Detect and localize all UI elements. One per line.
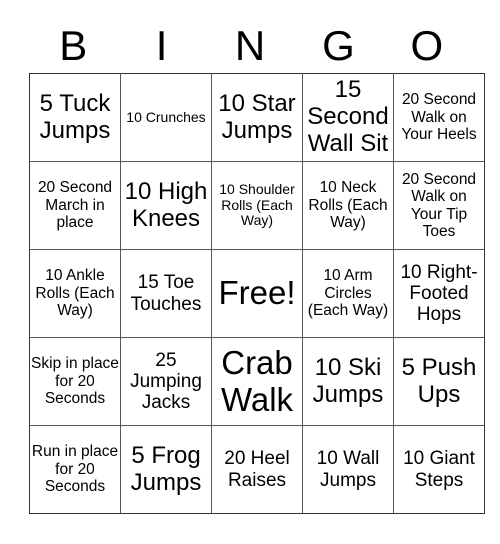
bingo-cell[interactable]: 10 Star Jumps: [211, 73, 303, 162]
bingo-cell[interactable]: 15 Second Wall Sit: [302, 73, 394, 162]
bingo-cell[interactable]: 10 Ski Jumps: [302, 337, 394, 426]
header-letter-n: N: [234, 22, 266, 69]
bingo-cell[interactable]: 10 Wall Jumps: [302, 425, 394, 514]
grid-row: Run in place for 20 Seconds 5 Frog Jumps 2…: [29, 425, 485, 514]
bingo-cell[interactable]: 15 Toe Touches: [120, 249, 212, 338]
bingo-cell[interactable]: 10 Right-Footed Hops: [393, 249, 485, 338]
grid-row: Skip in place for 20 Seconds 25 Jumping J…: [29, 337, 485, 426]
bingo-cell[interactable]: 20 Second Walk on Your Tip Toes: [393, 161, 485, 250]
bingo-cell[interactable]: Crab Walk: [211, 337, 303, 426]
bingo-cell[interactable]: 10 Crunches: [120, 73, 212, 162]
free-space-cell[interactable]: Free!: [211, 249, 303, 338]
grid-row: 5 Tuck Jumps 10 Crunches 10 Star Jumps 15 S…: [29, 73, 485, 162]
header-letter-b: B: [59, 22, 88, 69]
header-letter-o: O: [410, 22, 444, 69]
bingo-cell[interactable]: Skip in place for 20 Seconds: [29, 337, 121, 426]
bingo-cell[interactable]: 5 Frog Jumps: [120, 425, 212, 514]
bingo-cell[interactable]: 10 Ankle Rolls (Each Way): [29, 249, 121, 338]
grid-row: 10 Ankle Rolls (Each Way) 15 Toe Touches F…: [29, 249, 485, 338]
bingo-cell[interactable]: 10 Neck Rolls (Each Way): [302, 161, 394, 250]
bingo-header: B I N G O: [29, 20, 471, 72]
bingo-cell[interactable]: 5 Push Ups: [393, 337, 485, 426]
grid-row: 20 Second March in place 10 High Knees 10 …: [29, 161, 485, 250]
bingo-cell[interactable]: 20 Second Walk on Your Heels: [393, 73, 485, 162]
header-letter-i: I: [155, 22, 168, 69]
bingo-grid: 5 Tuck Jumps 10 Crunches 10 Star Jumps 15 S…: [29, 73, 485, 514]
bingo-cell[interactable]: 25 Jumping Jacks: [120, 337, 212, 426]
bingo-cell[interactable]: 10 High Knees: [120, 161, 212, 250]
bingo-cell[interactable]: 10 Giant Steps: [393, 425, 485, 514]
header-letter-g: G: [322, 22, 355, 69]
bingo-cell[interactable]: 5 Tuck Jumps: [29, 73, 121, 162]
bingo-cell[interactable]: 20 Second March in place: [29, 161, 121, 250]
bingo-cell[interactable]: 10 Arm Circles (Each Way): [302, 249, 394, 338]
bingo-cell[interactable]: Run in place for 20 Seconds: [29, 425, 121, 514]
bingo-cell[interactable]: 20 Heel Raises: [211, 425, 303, 514]
bingo-cell[interactable]: 10 Shoulder Rolls (Each Way): [211, 161, 303, 250]
